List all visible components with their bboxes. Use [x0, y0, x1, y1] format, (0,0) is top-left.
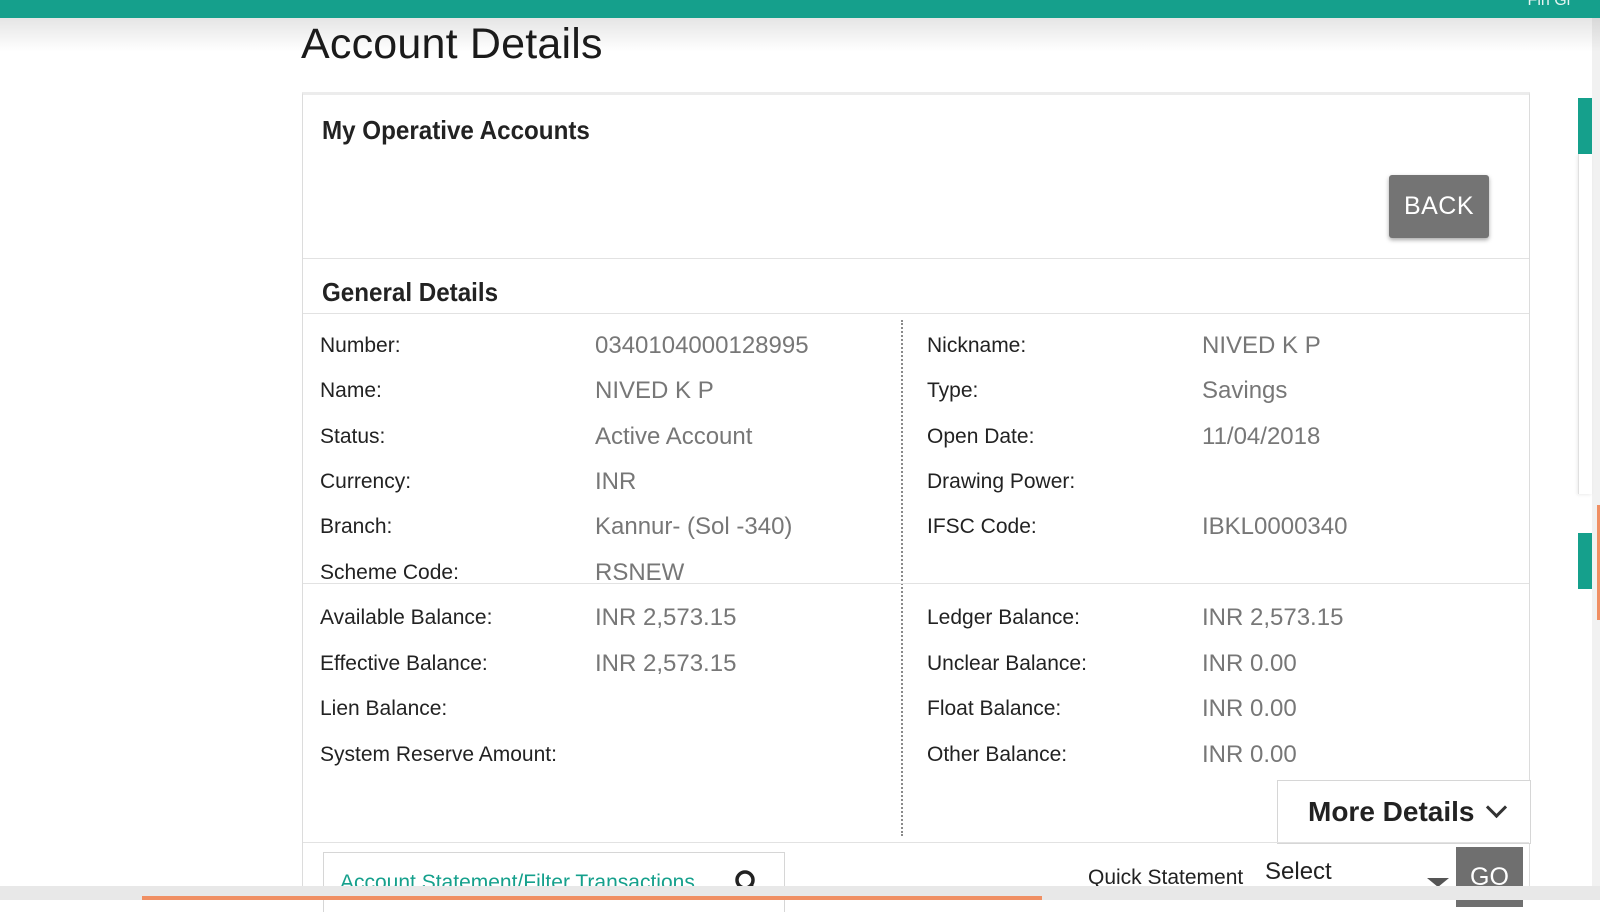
field-value: Kannur- (Sol -340) [595, 513, 793, 540]
bottom-accent-line [142, 896, 1042, 900]
general-details-heading: General Details [322, 277, 499, 307]
field-value: INR 0.00 [1202, 650, 1297, 677]
field-value: NIVED K P [1202, 332, 1321, 359]
page-title: Account Details [301, 20, 603, 68]
field-value: INR 0.00 [1202, 695, 1297, 722]
topbar-shadow [0, 18, 1600, 52]
quick-statement-selected: Select [1265, 858, 1332, 885]
side-tab[interactable] [1578, 98, 1592, 154]
chevron-down-icon [1485, 796, 1507, 819]
field-label: Type: [927, 379, 979, 402]
field-label: Status: [320, 425, 386, 448]
field-value: INR 2,573.15 [1202, 604, 1344, 631]
more-details-button[interactable]: More Details [1277, 780, 1531, 844]
field-label: Scheme Code: [320, 561, 459, 584]
field-label: Float Balance: [927, 697, 1062, 720]
field-label: Name: [320, 379, 382, 402]
field-label: Drawing Power: [927, 470, 1076, 493]
back-button[interactable]: BACK [1389, 175, 1489, 238]
divider [303, 313, 1529, 314]
divider [303, 842, 1529, 843]
field-value: 0340104000128995 [595, 332, 809, 359]
page-scrollbar[interactable] [1592, 0, 1600, 900]
divider [303, 258, 1529, 259]
field-label: Ledger Balance: [927, 606, 1080, 629]
field-value: IBKL0000340 [1202, 513, 1348, 540]
side-card [1578, 154, 1592, 494]
field-value: Savings [1202, 377, 1288, 404]
column-divider [901, 320, 903, 836]
topbar-text: Fin Gr [1527, 0, 1572, 9]
field-label: Branch: [320, 515, 393, 538]
divider [303, 583, 1529, 584]
side-tab[interactable] [1578, 533, 1592, 589]
field-value: Active Account [595, 423, 753, 450]
field-value: INR 2,573.15 [595, 650, 737, 677]
field-label: Currency: [320, 470, 412, 493]
field-label: System Reserve Amount: [320, 743, 557, 766]
field-label: IFSC Code: [927, 515, 1037, 538]
operative-accounts-heading: My Operative Accounts [322, 115, 590, 145]
field-label: Lien Balance: [320, 697, 448, 720]
field-value: INR 0.00 [1202, 741, 1297, 768]
field-value: INR 2,573.15 [595, 604, 737, 631]
field-label: Effective Balance: [320, 652, 488, 675]
field-value: INR [595, 468, 637, 495]
account-details-panel: My Operative Accounts BACK General Detai… [302, 92, 1531, 912]
top-nav-bar: Fin Gr [0, 0, 1600, 18]
field-label: Open Date: [927, 425, 1035, 448]
field-label: Other Balance: [927, 743, 1068, 766]
field-label: Number: [320, 334, 401, 357]
field-value: NIVED K P [595, 377, 714, 404]
field-label: Nickname: [927, 334, 1027, 357]
field-label: Unclear Balance: [927, 652, 1087, 675]
account-statement-link[interactable]: Account Statement/Filter Transactions [323, 852, 785, 912]
field-value: 11/04/2018 [1202, 423, 1321, 450]
more-details-label: More Details [1308, 796, 1475, 827]
field-label: Available Balance: [320, 606, 493, 629]
